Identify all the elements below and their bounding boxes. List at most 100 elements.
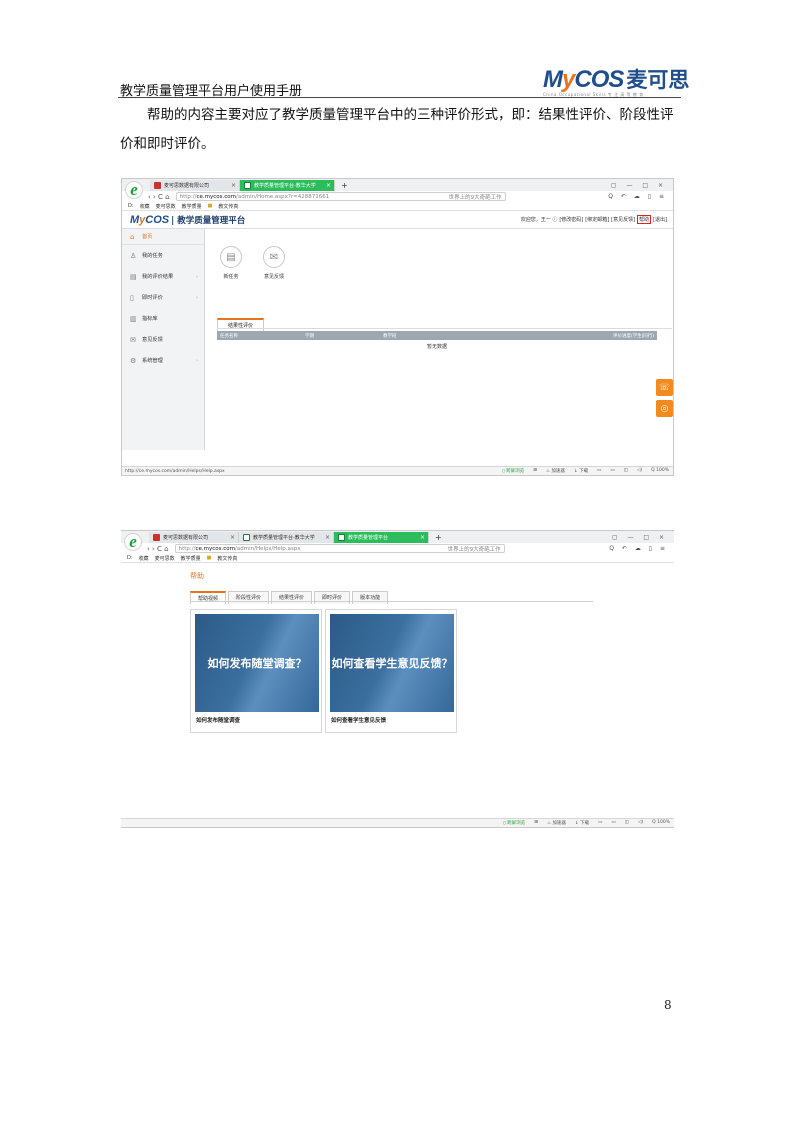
download-button[interactable]: ↓ 下载 xyxy=(575,820,589,826)
bookmark-item[interactable]: 教学质量 xyxy=(181,555,201,562)
video-caption[interactable]: 如何发布随堂调查 xyxy=(196,716,240,724)
bookmarks-bar: D: 收藏 麦可思数 教学质量 ■ 教文传真 xyxy=(121,554,674,563)
help-video-card[interactable]: 如何发布随堂调查？ 如何发布随堂调查 xyxy=(190,609,322,733)
table-header: 任务名称 学期 教学班 评价进度(学生|同行) xyxy=(217,331,657,340)
bind-email-link[interactable]: [绑定邮箱] xyxy=(585,216,609,223)
logo-chinese-name: 麦可思 xyxy=(626,68,690,92)
cross-screen-button[interactable]: ▯ 跨屏浏览 xyxy=(503,820,525,826)
navigation-buttons[interactable]: ‹ › C ⌂ xyxy=(148,193,170,201)
zoom-level[interactable]: Q 100% xyxy=(652,820,670,826)
bookmark-item[interactable]: 教文传真 xyxy=(218,203,238,210)
help-video-card[interactable]: 如何查看学生意见反馈？ 如何查看学生意见反馈 xyxy=(325,609,457,733)
cross-screen-button[interactable]: ▯ 跨屏浏览 xyxy=(502,468,524,474)
bookmark-item[interactable]: 教文传真 xyxy=(217,555,237,562)
tab-help-videos[interactable]: 帮助视频 xyxy=(190,591,227,604)
navigation-buttons[interactable]: ‹ › C ⌂ xyxy=(147,545,169,553)
grid-icon[interactable]: ⊞ xyxy=(534,820,538,826)
bookmark-item[interactable]: 麦可思数 xyxy=(156,203,176,210)
close-tab-icon[interactable]: × xyxy=(325,534,330,541)
column-header: 任务名称 xyxy=(220,333,238,339)
split-icon[interactable]: ◫ xyxy=(625,820,629,826)
browser-tools[interactable]: Q ↶ ☁ ▯ ≡ xyxy=(609,545,674,552)
phone-icon[interactable]: ☏ xyxy=(656,379,673,396)
close-tab-icon[interactable]: × xyxy=(326,182,331,189)
download-button[interactable]: ↓ 下载 xyxy=(574,468,588,474)
split-icon[interactable]: ◫ xyxy=(624,468,628,474)
close-tab-icon[interactable]: × xyxy=(231,182,236,189)
quick-action-feedback[interactable]: ✉ 意见反馈 xyxy=(263,246,285,280)
help-link[interactable]: 帮助 xyxy=(637,215,652,224)
sidebar-item-my-tasks[interactable]: ♙ 我的任务 xyxy=(122,245,204,266)
body-paragraph: 帮助的内容主要对应了教学质量管理平台中的三种评价形式，即：结果性评价、阶段性评价… xyxy=(120,107,674,152)
new-tab-button[interactable]: + xyxy=(335,180,354,191)
help-tabs: 帮助视频 阶段性评价 结果性评价 即时评价 版本功能 xyxy=(190,591,389,604)
close-tab-icon[interactable]: × xyxy=(230,534,235,541)
url-input[interactable]: http://ce.mycos.com/admin/Helps/Help.asp… xyxy=(174,544,505,553)
sidebar-item-home[interactable]: ⌂ 首页 xyxy=(122,229,204,245)
grid-icon[interactable]: ⊞ xyxy=(533,468,537,474)
result-tabs: 结果性评价 xyxy=(217,318,265,331)
browser-tab-bar: 麦可思数据有限公司 × 教学质量管理平台-教华大学 × 教学质量管理平台 × + ▢ … xyxy=(121,531,674,543)
speaker-icon[interactable]: ◁) xyxy=(638,820,643,826)
bookmark-item[interactable]: 收藏 xyxy=(139,555,149,562)
logo-wordmark: MyCOS xyxy=(543,66,624,93)
browser-tab[interactable]: 麦可思数据有限公司 × xyxy=(150,180,240,191)
chat-icon[interactable]: ◎ xyxy=(656,400,673,417)
url-input[interactable]: http://ce.mycos.com/admin/Home.aspx?r=42… xyxy=(175,192,506,201)
column-header: 评价进度(学生|同行) xyxy=(612,333,654,339)
search-hint[interactable]: 世界上的9大奇葩工作 xyxy=(449,193,505,201)
browser-tools[interactable]: Q ↶ ☁ ▯ ≡ xyxy=(608,193,673,200)
zoom-level[interactable]: Q 100% xyxy=(651,468,669,474)
accelerator-button[interactable]: ♨ 加速器 xyxy=(546,468,565,474)
window-icon[interactable]: ▭ xyxy=(598,820,602,826)
site-favicon-icon xyxy=(338,534,345,541)
close-tab-icon[interactable]: × xyxy=(420,534,425,541)
bookmark-item[interactable]: 麦可思数 xyxy=(155,555,175,562)
video-caption[interactable]: 如何查看学生意见反馈 xyxy=(331,716,386,724)
accelerator-button[interactable]: ♨ 加速器 xyxy=(547,820,566,826)
site-favicon-icon xyxy=(243,534,250,541)
new-tab-button[interactable]: + xyxy=(429,532,448,543)
bookmark-item[interactable]: D: xyxy=(128,203,134,209)
bookmark-folder-icon: ■ xyxy=(206,555,212,561)
bookmark-item[interactable]: 教学质量 xyxy=(182,203,202,210)
tab-result-eval[interactable]: 结果性评价 xyxy=(217,318,265,331)
tab-result-eval[interactable]: 结果性评价 xyxy=(271,591,313,604)
sidebar-item-feedback[interactable]: ✉ 意见反馈 xyxy=(122,329,204,350)
window-icon[interactable]: ▭ xyxy=(611,820,615,826)
bar-chart-icon: ▥ xyxy=(130,314,137,323)
browser-tab[interactable]: 麦可思数据有限公司 × xyxy=(149,532,239,543)
browser-tab-active[interactable]: 教学质量管理平台-教华大学 × xyxy=(240,180,335,191)
search-hint[interactable]: 世界上的9大奇葩工作 xyxy=(448,545,504,553)
site-favicon-icon xyxy=(153,534,160,541)
window-controls[interactable]: ▢ — □ × xyxy=(612,532,674,543)
sidebar-item-instant-eval[interactable]: ▯ 即时评价 › xyxy=(122,287,204,308)
status-url: http://ce.mycos.com/admin/Helps/Help.asp… xyxy=(125,468,225,474)
tab-instant-eval[interactable]: 即时评价 xyxy=(314,591,351,604)
sidebar-item-indicators[interactable]: ▥ 指标库 xyxy=(122,308,204,329)
tab-divider xyxy=(190,601,593,602)
browser-tab[interactable]: 教学质量管理平台-教华大学 × xyxy=(239,532,334,543)
browser-logo-icon: e xyxy=(124,532,142,551)
logout-link[interactable]: [退出] xyxy=(653,216,667,223)
bookmark-item[interactable]: 收藏 xyxy=(140,203,150,210)
bookmark-folder-icon: ■ xyxy=(207,203,213,209)
tab-stage-eval[interactable]: 阶段性评价 xyxy=(228,591,270,604)
user-icon: ♙ xyxy=(130,251,137,260)
video-thumbnail[interactable]: 如何查看学生意见反馈？ xyxy=(330,614,454,712)
window-controls[interactable]: ▢ — □ × xyxy=(611,180,673,191)
video-thumbnail[interactable]: 如何发布随堂调查？ xyxy=(195,614,319,712)
sidebar-item-my-results[interactable]: ▤ 我的评价结果 › xyxy=(122,266,204,287)
bookmark-item[interactable]: D: xyxy=(127,555,133,561)
window-icon[interactable]: ▭ xyxy=(610,468,614,474)
tab-version-features[interactable]: 版本功能 xyxy=(352,591,389,604)
quick-action-new-task[interactable]: ▤ 新任务 xyxy=(220,246,242,280)
browser-tab-active[interactable]: 教学质量管理平台 × xyxy=(334,532,429,543)
change-password-link[interactable]: [修改密码] xyxy=(559,216,583,223)
speaker-icon[interactable]: ◁) xyxy=(637,468,642,474)
feedback-link[interactable]: [意见反馈] xyxy=(611,216,635,223)
window-icon[interactable]: ▭ xyxy=(597,468,601,474)
sidebar-item-system[interactable]: ⚙ 系统管理 › xyxy=(122,350,204,371)
app-body: ⌂ 首页 ♙ 我的任务 ▤ 我的评价结果 › ▯ 即时评价 › ▥ 指标库 ✉ 意见反馈 ⚙ 系统… xyxy=(122,229,673,450)
sidebar: ⌂ 首页 ♙ 我的任务 ▤ 我的评价结果 › ▯ 即时评价 › ▥ 指标库 ✉ 意见反馈 ⚙ 系统… xyxy=(122,229,205,450)
